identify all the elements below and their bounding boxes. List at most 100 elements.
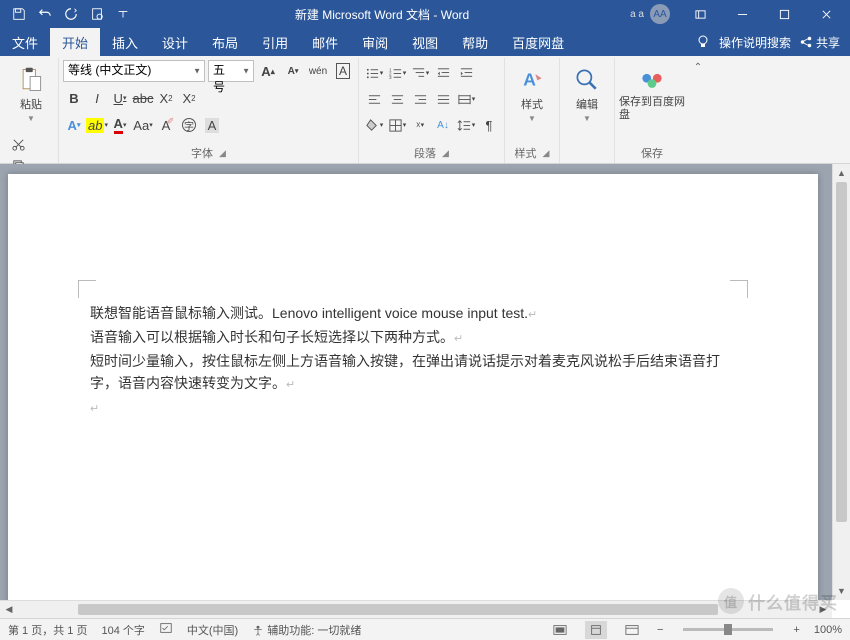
word-count[interactable]: 104 个字: [101, 622, 144, 638]
styles-button[interactable]: A 样式 ▼: [509, 60, 555, 128]
subscript-button[interactable]: X2: [155, 87, 177, 109]
cut-icon[interactable]: [8, 134, 28, 154]
text-effects-icon[interactable]: A ▾: [63, 114, 85, 136]
print-preview-icon[interactable]: [86, 3, 108, 25]
web-layout-icon[interactable]: [621, 621, 643, 639]
font-launcher-icon[interactable]: ◢: [219, 148, 226, 159]
paragraph-mark-icon: ↵: [454, 333, 463, 345]
tab-file[interactable]: 文件: [0, 28, 50, 56]
undo-icon[interactable]: [34, 3, 56, 25]
spellcheck-icon[interactable]: [159, 621, 173, 638]
paragraph-launcher-icon[interactable]: ◢: [442, 148, 449, 159]
zoom-out-icon[interactable]: −: [657, 624, 663, 636]
underline-button[interactable]: U ▾: [109, 87, 131, 109]
vscroll-thumb[interactable]: [836, 182, 847, 522]
text-size-indicator[interactable]: a a: [630, 9, 644, 20]
zoom-level[interactable]: 100%: [814, 624, 842, 636]
sort-icon[interactable]: A↓: [432, 114, 454, 136]
clear-formatting-icon[interactable]: A✐: [155, 114, 177, 136]
enclose-char-icon[interactable]: 字: [178, 114, 200, 136]
share-icon: [799, 35, 813, 49]
window-title: 新建 Microsoft Word 文档 - Word: [134, 6, 630, 23]
shrink-font-icon[interactable]: A▾: [282, 60, 304, 82]
page[interactable]: 联想智能语音鼠标输入测试。Lenovo intelligent voice mo…: [8, 174, 818, 600]
styles-launcher-icon[interactable]: ◢: [543, 148, 550, 159]
titlebar: 新建 Microsoft Word 文档 - Word a a AA: [0, 0, 850, 28]
bullets-icon[interactable]: ▾: [363, 62, 385, 84]
italic-button[interactable]: I: [86, 87, 108, 109]
paste-button[interactable]: 粘贴 ▼: [8, 60, 54, 128]
redo-icon[interactable]: [60, 3, 82, 25]
horizontal-scrollbar[interactable]: ◀ ▶: [0, 600, 832, 618]
align-left-icon[interactable]: [363, 88, 385, 110]
save-baidu-button[interactable]: 保存到百度网盘: [619, 60, 685, 128]
increase-indent-icon[interactable]: [455, 62, 477, 84]
focus-mode-icon[interactable]: [549, 621, 571, 639]
zoom-slider-thumb[interactable]: [724, 624, 732, 635]
accessibility-indicator[interactable]: 辅助功能: 一切就绪: [252, 622, 361, 638]
maximize-button[interactable]: [764, 0, 804, 28]
editing-button[interactable]: 编辑 ▼: [564, 60, 610, 128]
strikethrough-button[interactable]: abc: [132, 87, 154, 109]
tab-mail[interactable]: 邮件: [300, 28, 350, 56]
quick-access-toolbar: [0, 3, 134, 25]
tab-layout[interactable]: 布局: [200, 28, 250, 56]
justify-icon[interactable]: [432, 88, 454, 110]
highlight-icon[interactable]: ab▾: [86, 114, 108, 136]
save-icon[interactable]: [8, 3, 30, 25]
tab-help[interactable]: 帮助: [450, 28, 500, 56]
superscript-button[interactable]: X2: [178, 87, 200, 109]
zoom-slider[interactable]: [683, 628, 773, 631]
svg-text:3: 3: [389, 75, 392, 80]
show-marks-icon[interactable]: ¶: [478, 114, 500, 136]
asian-layout-icon[interactable]: ☓▾: [409, 114, 431, 136]
page-indicator[interactable]: 第 1 页，共 1 页: [8, 622, 87, 638]
tab-review[interactable]: 审阅: [350, 28, 400, 56]
char-shading-icon[interactable]: A: [201, 114, 223, 136]
tab-view[interactable]: 视图: [400, 28, 450, 56]
distributed-icon[interactable]: ▾: [455, 88, 477, 110]
minimize-button[interactable]: [722, 0, 762, 28]
paragraph-mark-icon: ↵: [286, 379, 295, 391]
tab-home[interactable]: 开始: [50, 28, 100, 56]
tab-design[interactable]: 设计: [150, 28, 200, 56]
zoom-in-icon[interactable]: +: [793, 624, 799, 636]
char-border-icon[interactable]: A: [332, 60, 354, 82]
qat-customize-icon[interactable]: [112, 3, 134, 25]
phonetic-guide-icon[interactable]: wén: [307, 60, 329, 82]
align-right-icon[interactable]: [409, 88, 431, 110]
vertical-scrollbar[interactable]: ▲ ▼: [832, 164, 850, 600]
bold-button[interactable]: B: [63, 87, 85, 109]
shading-icon[interactable]: ▾: [363, 114, 385, 136]
tab-insert[interactable]: 插入: [100, 28, 150, 56]
borders-icon[interactable]: ▾: [386, 114, 408, 136]
numbering-icon[interactable]: 123▾: [386, 62, 408, 84]
change-case-icon[interactable]: Aa▾: [132, 114, 154, 136]
document-content[interactable]: 联想智能语音鼠标输入测试。Lenovo intelligent voice mo…: [90, 302, 736, 420]
collapse-ribbon-icon[interactable]: ⌃: [689, 58, 707, 73]
language-indicator[interactable]: 中文(中国): [187, 622, 238, 638]
scroll-right-icon[interactable]: ▶: [814, 604, 832, 615]
align-center-icon[interactable]: [386, 88, 408, 110]
font-color-icon[interactable]: A▾: [109, 114, 131, 136]
tab-baidu[interactable]: 百度网盘: [500, 28, 576, 56]
scroll-down-icon[interactable]: ▼: [833, 582, 850, 600]
decrease-indent-icon[interactable]: [432, 62, 454, 84]
ribbon-display-icon[interactable]: [680, 0, 720, 28]
tab-references[interactable]: 引用: [250, 28, 300, 56]
print-layout-icon[interactable]: [585, 621, 607, 639]
ribbon: 粘贴 ▼ 剪贴板◢ 等线 (中文正文)▼ 五号▼ A▴ A▾ wén A B: [0, 56, 850, 164]
share-button[interactable]: 共享: [799, 34, 840, 51]
scroll-up-icon[interactable]: ▲: [833, 164, 850, 182]
multilevel-list-icon[interactable]: ▾: [409, 62, 431, 84]
display-settings-icon[interactable]: AA: [650, 4, 670, 24]
line-spacing-icon[interactable]: ▾: [455, 114, 477, 136]
font-name-select[interactable]: 等线 (中文正文)▼: [63, 60, 205, 82]
tellme-label[interactable]: 操作说明搜索: [719, 34, 791, 51]
scroll-left-icon[interactable]: ◀: [0, 604, 18, 615]
hscroll-thumb[interactable]: [78, 604, 718, 615]
paragraph-mark-icon: ↵: [528, 309, 537, 321]
close-button[interactable]: [806, 0, 846, 28]
font-size-select[interactable]: 五号▼: [208, 60, 254, 82]
grow-font-icon[interactable]: A▴: [257, 60, 279, 82]
